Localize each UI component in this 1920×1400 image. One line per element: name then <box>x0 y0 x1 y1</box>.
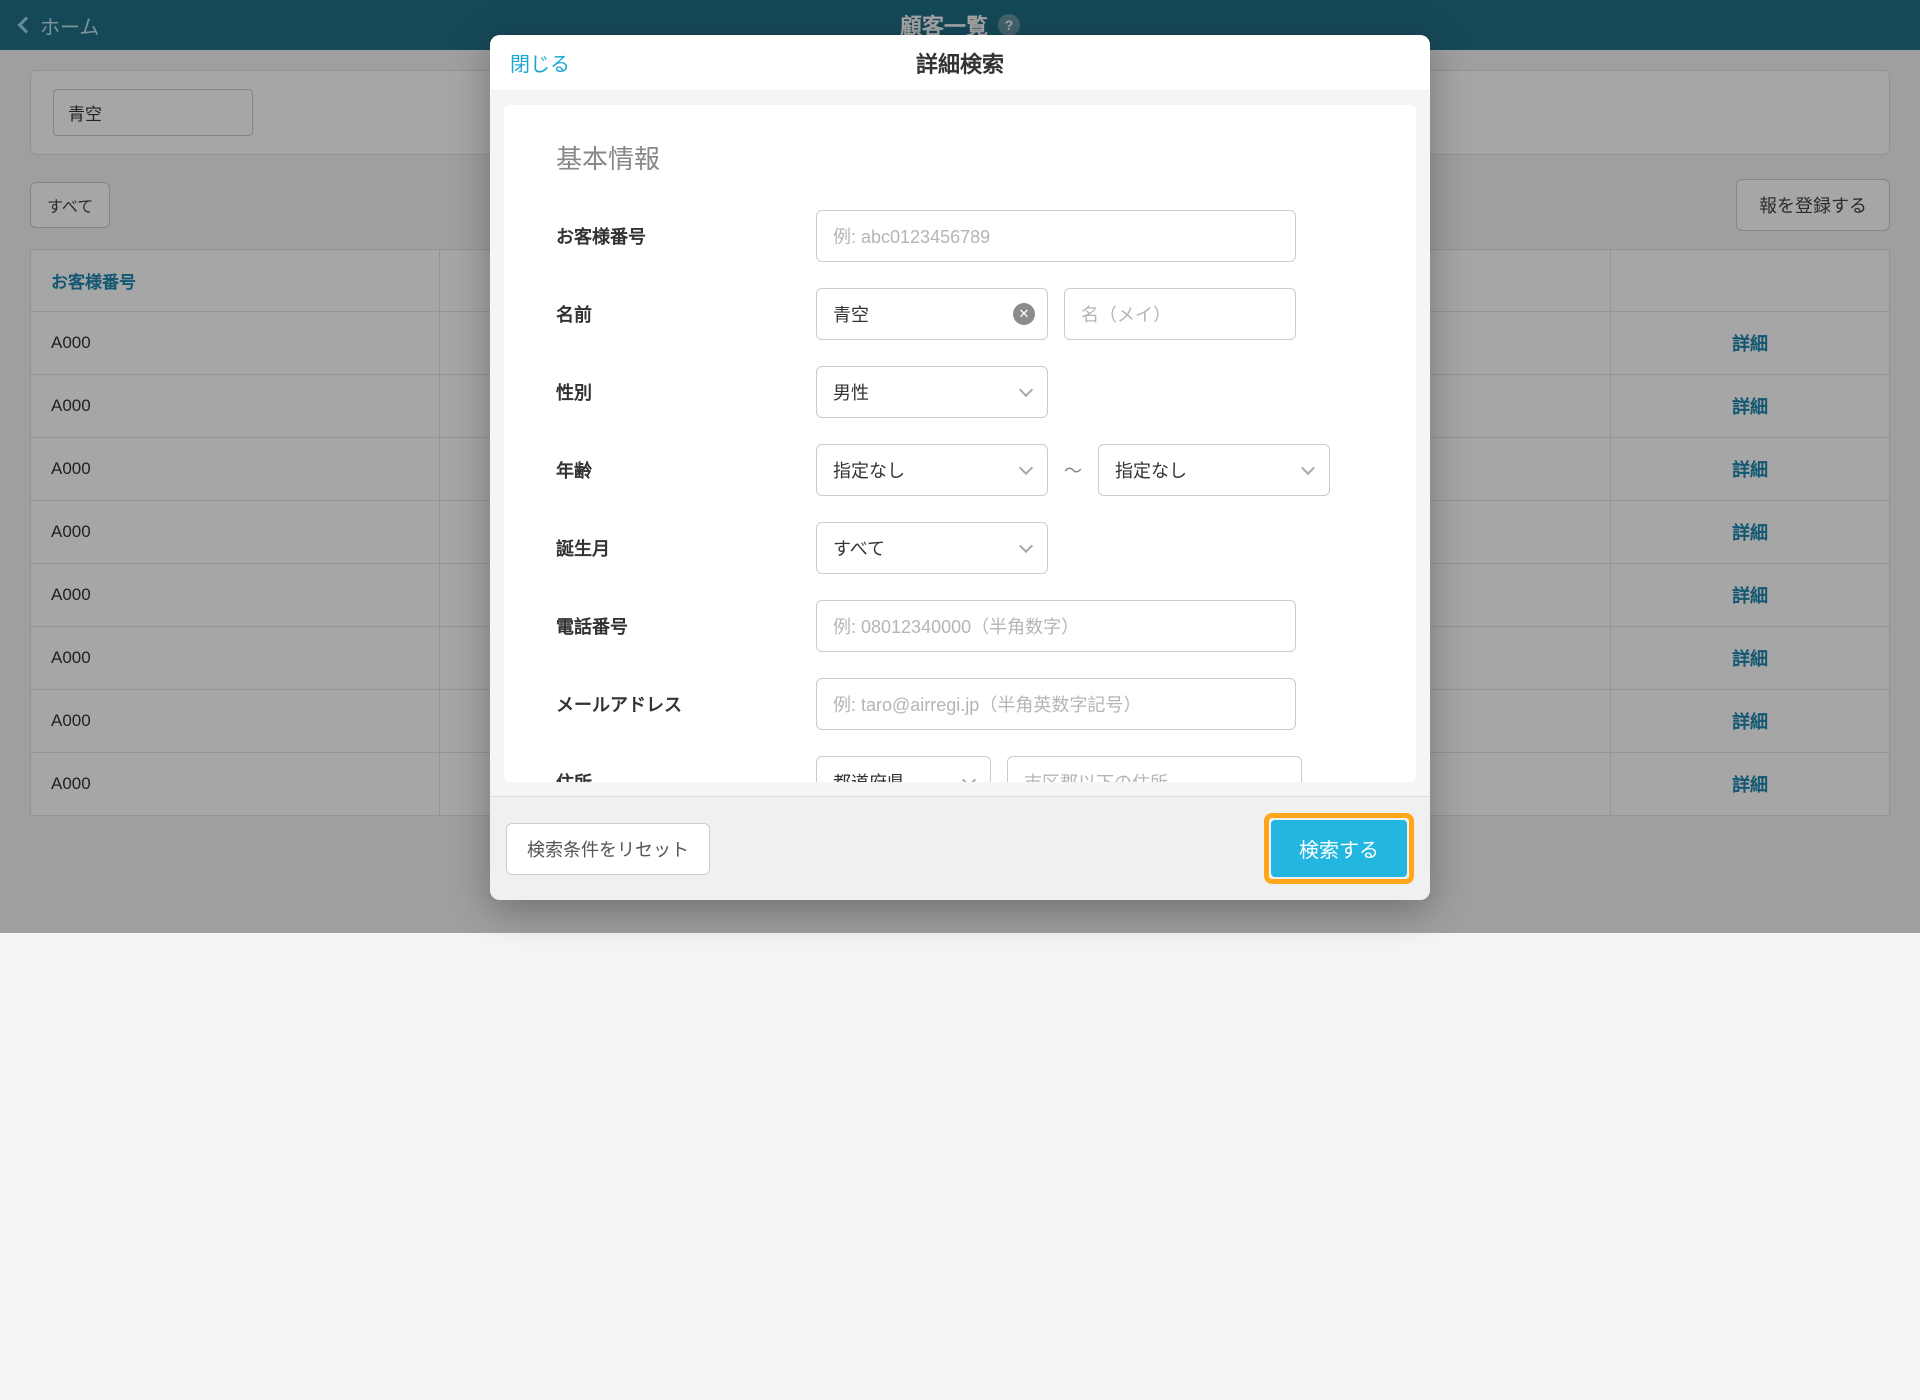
chevron-down-icon <box>1301 461 1315 475</box>
prefecture-select[interactable]: 都道府県 <box>816 756 991 782</box>
modal-footer: 検索条件をリセット 検索する <box>490 796 1430 900</box>
gender-value: 男性 <box>833 379 869 405</box>
modal-title: 詳細検索 <box>916 47 1004 79</box>
address-detail-input[interactable]: 市区郡以下の住所 <box>1007 756 1302 782</box>
modal-body-wrap: 基本情報 お客様番号 例: abc0123456789 名前 青空 ✕ 名（メイ <box>490 91 1430 796</box>
label-name: 名前 <box>556 301 816 327</box>
age-from-value: 指定なし <box>833 457 905 483</box>
row-gender: 性別 男性 <box>556 366 1364 418</box>
chevron-down-icon <box>962 773 976 782</box>
chevron-down-icon <box>1019 461 1033 475</box>
row-address: 住所 都道府県 市区郡以下の住所 <box>556 756 1364 782</box>
email-input[interactable]: 例: taro@airregi.jp（半角英数字記号） <box>816 678 1296 730</box>
search-button-highlight: 検索する <box>1264 813 1414 884</box>
close-button[interactable]: 閉じる <box>510 48 570 77</box>
phone-input[interactable]: 例: 08012340000（半角数字） <box>816 600 1296 652</box>
modal-body: 基本情報 お客様番号 例: abc0123456789 名前 青空 ✕ 名（メイ <box>504 105 1416 782</box>
birth-month-value: すべて <box>833 535 885 561</box>
label-phone: 電話番号 <box>556 613 816 639</box>
label-email: メールアドレス <box>556 691 816 717</box>
row-name: 名前 青空 ✕ 名（メイ） <box>556 288 1364 340</box>
section-title: 基本情報 <box>556 139 1364 176</box>
modal-header: 閉じる 詳細検索 <box>490 35 1430 91</box>
row-age: 年齢 指定なし 〜 指定なし <box>556 444 1364 496</box>
label-address: 住所 <box>556 769 816 782</box>
advanced-search-modal: 閉じる 詳細検索 基本情報 お客様番号 例: abc0123456789 名前 … <box>490 35 1430 900</box>
chevron-down-icon <box>1019 539 1033 553</box>
last-name-input[interactable]: 青空 ✕ <box>816 288 1048 340</box>
label-customer-no: お客様番号 <box>556 223 816 249</box>
customer-no-input[interactable]: 例: abc0123456789 <box>816 210 1296 262</box>
chevron-down-icon <box>1019 383 1033 397</box>
gender-select[interactable]: 男性 <box>816 366 1048 418</box>
row-phone: 電話番号 例: 08012340000（半角数字） <box>556 600 1364 652</box>
row-customer-no: お客様番号 例: abc0123456789 <box>556 210 1364 262</box>
age-from-select[interactable]: 指定なし <box>816 444 1048 496</box>
reset-button[interactable]: 検索条件をリセット <box>506 823 710 875</box>
first-name-input[interactable]: 名（メイ） <box>1064 288 1296 340</box>
age-to-value: 指定なし <box>1115 457 1187 483</box>
age-to-select[interactable]: 指定なし <box>1098 444 1330 496</box>
birth-month-select[interactable]: すべて <box>816 522 1048 574</box>
label-birth-month: 誕生月 <box>556 535 816 561</box>
range-tilde: 〜 <box>1064 457 1082 483</box>
row-birth-month: 誕生月 すべて <box>556 522 1364 574</box>
label-gender: 性別 <box>556 379 816 405</box>
label-age: 年齢 <box>556 457 816 483</box>
search-button[interactable]: 検索する <box>1271 820 1407 877</box>
last-name-value: 青空 <box>833 301 869 327</box>
row-email: メールアドレス 例: taro@airregi.jp（半角英数字記号） <box>556 678 1364 730</box>
modal-overlay: 閉じる 詳細検索 基本情報 お客様番号 例: abc0123456789 名前 … <box>0 0 1920 933</box>
prefecture-value: 都道府県 <box>833 769 905 782</box>
clear-last-name-icon[interactable]: ✕ <box>1013 303 1035 325</box>
